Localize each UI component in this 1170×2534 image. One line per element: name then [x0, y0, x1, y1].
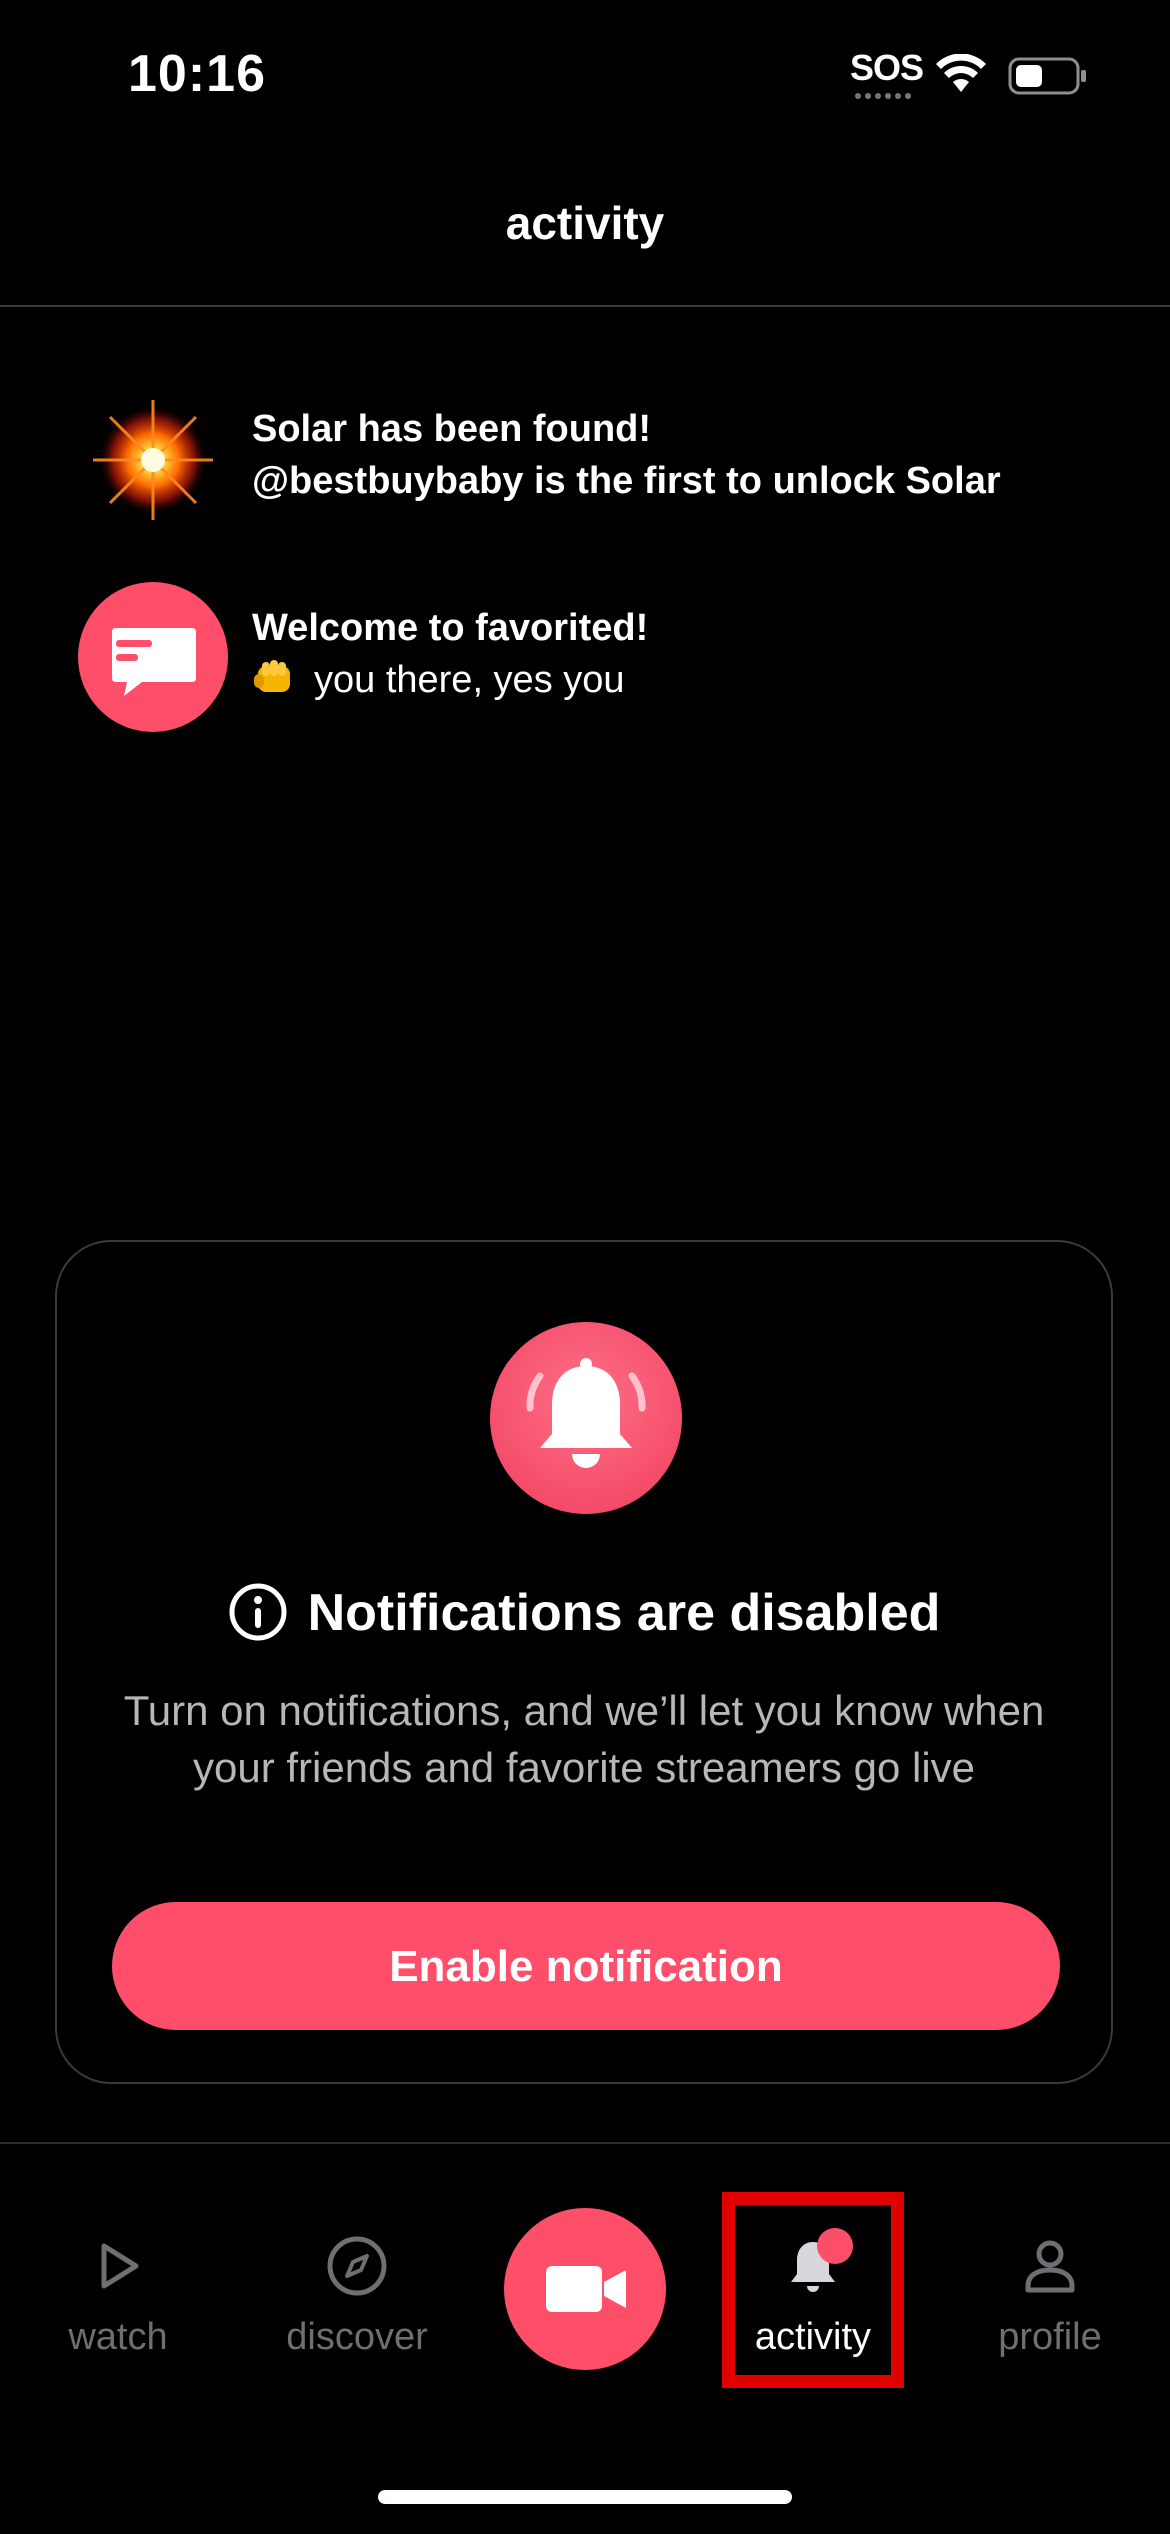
fist-bump-emoji-icon	[254, 660, 290, 692]
home-indicator[interactable]	[378, 2490, 792, 2504]
list-item[interactable]: Welcome to favorited! you there, yes you	[0, 582, 1170, 732]
info-icon	[229, 1583, 287, 1641]
page-title: activity	[505, 197, 665, 249]
person-icon	[1025, 2240, 1075, 2293]
chat-bubble-icon	[78, 582, 228, 732]
notifications-body: Turn on notifications, and we’ll let you…	[123, 1687, 1045, 1791]
video-camera-icon	[546, 2266, 626, 2312]
compass-icon	[327, 2236, 387, 2296]
tab-label: profile	[998, 2316, 1102, 2358]
activity-title: Welcome to favorited!	[252, 607, 649, 649]
activity-subtitle-row: you there, yes you	[252, 654, 1150, 706]
sos-indicator: SOS	[850, 47, 924, 88]
go-live-button[interactable]	[504, 2208, 666, 2370]
activity-text: Welcome to favorited! you there, yes you	[252, 602, 1150, 706]
list-item[interactable]: Solar has been found! @bestbuybaby is th…	[0, 385, 1170, 535]
bell-icon	[526, 1358, 646, 1468]
activity-subtitle: @bestbuybaby is the first to unlock Sola…	[252, 460, 1001, 502]
tab-label: discover	[286, 2316, 428, 2358]
battery-icon	[1008, 57, 1086, 95]
tab-profile[interactable]: profile	[950, 2234, 1150, 2394]
activity-subtitle: you there, yes you	[314, 659, 625, 701]
header: activity	[0, 150, 1170, 307]
tab-discover[interactable]: discover	[257, 2234, 457, 2394]
notifications-heading-text: Notifications are disabled	[307, 1584, 941, 1642]
activity-tab-highlight	[722, 2192, 904, 2388]
play-icon	[101, 2243, 139, 2289]
bell-badge	[490, 1322, 682, 1514]
solar-star-icon	[93, 400, 213, 520]
activity-text: Solar has been found! @bestbuybaby is th…	[252, 403, 1150, 507]
notifications-heading: Notifications are disabled	[57, 1582, 1111, 1643]
status-time: 10:16	[128, 45, 266, 103]
tab-watch[interactable]: watch	[18, 2234, 218, 2394]
activity-title: Solar has been found!	[252, 408, 652, 450]
wifi-icon	[936, 54, 986, 92]
tab-bar: watch discover activity profile	[0, 2142, 1170, 2534]
notifications-disabled-card: Notifications are disabled Turn on notif…	[55, 1240, 1113, 2084]
tab-label: watch	[68, 2316, 168, 2358]
signal-dots-icon	[855, 93, 911, 99]
status-bar: 10:16 SOS	[0, 0, 1170, 150]
enable-notification-button[interactable]: Enable notification	[112, 1902, 1060, 2030]
